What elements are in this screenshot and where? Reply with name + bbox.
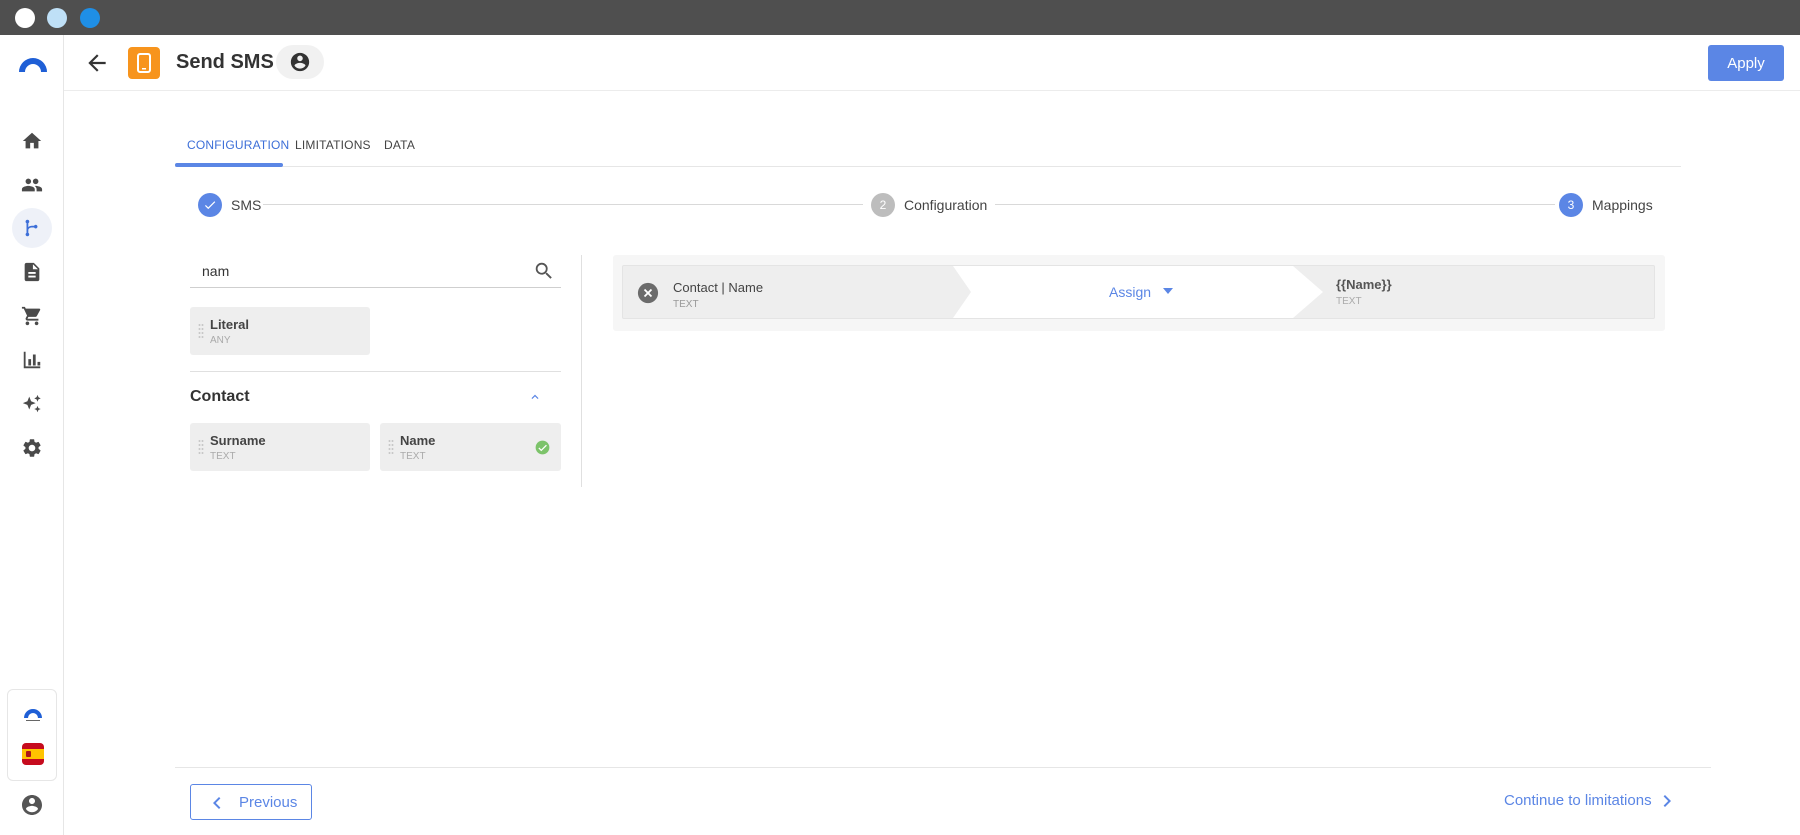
bar-chart-icon (23, 351, 41, 369)
field-name: Literal (210, 317, 250, 332)
home-icon (22, 132, 42, 149)
chevron-right-icon[interactable] (1663, 795, 1671, 807)
window-titlebar (0, 0, 1800, 35)
window-maximize-button[interactable] (80, 8, 100, 28)
mapping-source-name: Contact | Name (673, 280, 764, 295)
sidebar-item-home[interactable] (12, 121, 52, 161)
sidebar-item-analytics[interactable] (12, 340, 52, 380)
mapping-target-name: {{Name}} (1336, 277, 1392, 292)
field-card-surname[interactable]: Surname TEXT (190, 423, 370, 471)
page-header: Send SMS Apply (64, 35, 1800, 91)
brand-logo-icon[interactable] (17, 55, 49, 73)
sparkles-icon (22, 394, 41, 413)
active-tab-indicator (175, 163, 283, 167)
sidebar-item-shop[interactable] (12, 296, 52, 336)
field-card-name[interactable]: Name TEXT (380, 423, 561, 471)
field-name: Name (400, 433, 436, 448)
page-title: Send SMS (176, 51, 274, 73)
step-2-label: Configuration (904, 197, 988, 213)
search-icon[interactable] (533, 260, 555, 282)
footer-divider (175, 767, 1711, 768)
operation-select[interactable]: Assign (1109, 284, 1151, 300)
field-type: ANY (210, 335, 231, 346)
window-close-button[interactable] (15, 8, 35, 28)
caret-down-icon[interactable] (1163, 288, 1173, 294)
sms-app-icon (128, 47, 160, 79)
spain-flag-icon[interactable] (22, 743, 44, 765)
people-icon (21, 178, 43, 192)
document-icon (24, 262, 40, 282)
mapping-panel: Contact | Name TEXT Assign {{Name}} TEXT (613, 255, 1665, 331)
field-group-title: Contact (190, 388, 250, 405)
step-1-label: SMS (231, 197, 262, 213)
check-circle-icon (535, 440, 550, 455)
tab-configuration[interactable]: CONFIGURATION (187, 138, 289, 152)
search-input[interactable] (202, 263, 502, 279)
divider (190, 371, 561, 372)
sidebar-item-workflows[interactable] (12, 208, 52, 248)
chevron-up-icon[interactable] (528, 390, 542, 404)
remove-mapping-icon[interactable] (637, 282, 659, 304)
step-1-circle[interactable] (198, 193, 222, 217)
stepper: SMS 2 Configuration 3 Mappings (175, 190, 1681, 220)
brand-mini-logo-icon[interactable] (23, 708, 43, 722)
check-icon (204, 201, 216, 210)
previous-button[interactable]: Previous (190, 784, 312, 820)
field-type: TEXT (400, 451, 426, 462)
window-minimize-button[interactable] (47, 8, 67, 28)
step-connector (995, 204, 1555, 205)
drag-handle-icon[interactable] (198, 323, 204, 339)
sidebar-bottom-panel (7, 689, 57, 781)
sidebar-item-ai[interactable] (12, 384, 52, 424)
cart-icon (21, 306, 41, 326)
mapping-target-type: TEXT (1336, 296, 1362, 307)
step-2-circle[interactable]: 2 (871, 193, 895, 217)
phone-icon (137, 53, 151, 73)
drag-handle-icon[interactable] (198, 439, 204, 455)
sidebar-item-settings[interactable] (12, 428, 52, 468)
field-search (190, 254, 561, 288)
step-3-label: Mappings (1592, 197, 1653, 213)
continue-link[interactable]: Continue to limitations (1504, 792, 1652, 809)
chevron-left-icon (213, 797, 221, 809)
previous-label: Previous (239, 794, 298, 811)
field-card-literal[interactable]: Literal ANY (190, 307, 370, 355)
sidebar-item-documents[interactable] (12, 252, 52, 292)
panel-divider (581, 255, 582, 487)
step-3-circle[interactable]: 3 (1559, 193, 1583, 217)
field-type: TEXT (210, 451, 236, 462)
back-arrow-icon[interactable] (84, 50, 110, 76)
mapping-source-type: TEXT (673, 299, 699, 310)
mapping-row[interactable]: Contact | Name TEXT Assign {{Name}} TEXT (622, 265, 1655, 319)
tab-data[interactable]: DATA (384, 138, 415, 152)
account-circle-icon (290, 52, 310, 72)
account-icon[interactable] (20, 793, 44, 817)
apply-button[interactable]: Apply (1708, 45, 1784, 81)
workflow-icon (25, 219, 38, 237)
drag-handle-icon[interactable] (388, 439, 394, 455)
field-name: Surname (210, 433, 266, 448)
tab-bar: CONFIGURATION LIMITATIONS DATA (175, 126, 1681, 167)
sidebar-item-contacts[interactable] (12, 165, 52, 205)
sidebar (0, 35, 64, 835)
step-connector (263, 204, 863, 205)
tab-limitations[interactable]: LIMITATIONS (295, 138, 371, 152)
owner-chip[interactable] (276, 45, 324, 79)
gear-icon (23, 439, 41, 457)
